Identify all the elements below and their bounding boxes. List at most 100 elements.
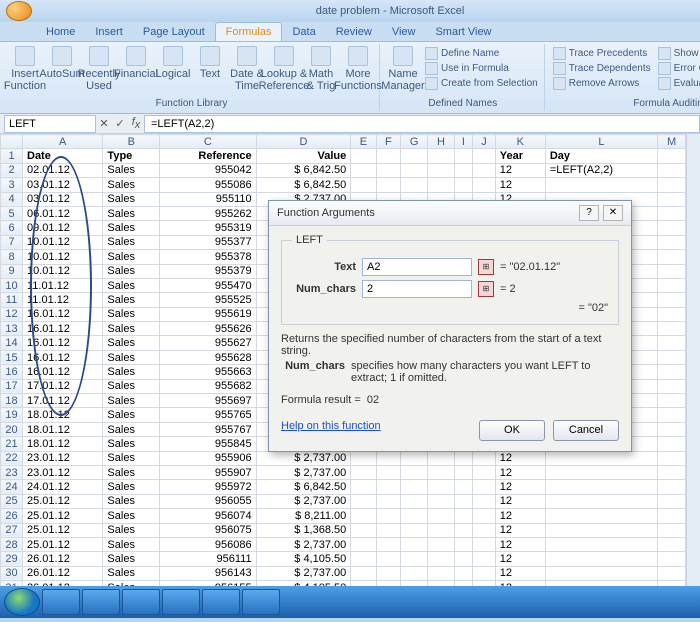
cell[interactable] bbox=[473, 523, 496, 537]
cell[interactable]: 12 bbox=[495, 163, 545, 177]
cell[interactable]: 956074 bbox=[160, 509, 257, 523]
fx-icon[interactable]: fx bbox=[128, 116, 144, 131]
tab-view[interactable]: View bbox=[382, 23, 426, 41]
row-header[interactable]: 25 bbox=[1, 494, 23, 508]
cell[interactable]: 955525 bbox=[160, 293, 257, 307]
cell[interactable] bbox=[545, 566, 657, 580]
header-cell[interactable]: Year bbox=[495, 149, 545, 163]
header-cell[interactable] bbox=[473, 149, 496, 163]
row-header[interactable]: 8 bbox=[1, 250, 23, 264]
cell[interactable]: 03.01.12 bbox=[23, 192, 103, 206]
cell[interactable]: 955378 bbox=[160, 250, 257, 264]
cell[interactable] bbox=[657, 178, 685, 192]
range-selector-icon[interactable]: ⊞ bbox=[478, 259, 494, 275]
cell[interactable]: $ 2,737.00 bbox=[256, 537, 351, 551]
cell[interactable] bbox=[401, 552, 428, 566]
recently-used-button[interactable]: Recently Used bbox=[82, 46, 116, 92]
header-cell[interactable]: Date bbox=[23, 149, 103, 163]
row-header[interactable]: 29 bbox=[1, 552, 23, 566]
cell[interactable] bbox=[545, 509, 657, 523]
cell[interactable]: 956111 bbox=[160, 552, 257, 566]
cell[interactable] bbox=[351, 163, 376, 177]
taskbar-explorer-icon[interactable] bbox=[162, 589, 200, 615]
cell[interactable]: Sales bbox=[103, 206, 160, 220]
cell[interactable] bbox=[657, 509, 685, 523]
tab-review[interactable]: Review bbox=[326, 23, 382, 41]
cell[interactable]: 12 bbox=[495, 523, 545, 537]
row-header[interactable]: 18 bbox=[1, 394, 23, 408]
cell[interactable] bbox=[657, 365, 685, 379]
dialog-help-link[interactable]: Help on this function bbox=[281, 420, 381, 441]
col-header[interactable]: G bbox=[401, 135, 428, 149]
cell[interactable]: 12 bbox=[495, 451, 545, 465]
cell[interactable] bbox=[657, 537, 685, 551]
cell[interactable] bbox=[657, 293, 685, 307]
row-header[interactable]: 6 bbox=[1, 221, 23, 235]
cell[interactable]: Sales bbox=[103, 307, 160, 321]
cell[interactable] bbox=[351, 552, 376, 566]
cell[interactable]: 955907 bbox=[160, 465, 257, 479]
autosum-button[interactable]: AutoSum bbox=[45, 46, 79, 80]
cell[interactable]: 955319 bbox=[160, 221, 257, 235]
cell[interactable] bbox=[454, 552, 473, 566]
cell[interactable]: 955379 bbox=[160, 264, 257, 278]
cell[interactable]: Sales bbox=[103, 278, 160, 292]
cell[interactable] bbox=[657, 379, 685, 393]
cell[interactable]: 12 bbox=[495, 465, 545, 479]
range-selector-icon[interactable]: ⊞ bbox=[478, 281, 494, 297]
cell[interactable] bbox=[545, 480, 657, 494]
cell[interactable]: $ 8,211.00 bbox=[256, 509, 351, 523]
cell[interactable] bbox=[376, 494, 400, 508]
cell[interactable] bbox=[473, 552, 496, 566]
cancel-button[interactable]: Cancel bbox=[553, 420, 619, 441]
cell[interactable] bbox=[545, 494, 657, 508]
cell[interactable] bbox=[657, 322, 685, 336]
row-header[interactable]: 22 bbox=[1, 451, 23, 465]
cell[interactable] bbox=[657, 480, 685, 494]
taskbar-word-icon[interactable] bbox=[202, 589, 240, 615]
cell[interactable] bbox=[657, 494, 685, 508]
cell[interactable]: 956055 bbox=[160, 494, 257, 508]
cell[interactable]: Sales bbox=[103, 394, 160, 408]
cell[interactable] bbox=[657, 278, 685, 292]
cell[interactable]: Sales bbox=[103, 221, 160, 235]
cell[interactable] bbox=[657, 221, 685, 235]
cell[interactable] bbox=[473, 566, 496, 580]
cell[interactable] bbox=[376, 552, 400, 566]
cell[interactable]: 02.01.12 bbox=[23, 163, 103, 177]
cell[interactable]: 10.01.12 bbox=[23, 264, 103, 278]
header-cell[interactable] bbox=[454, 149, 473, 163]
cell[interactable] bbox=[351, 523, 376, 537]
cell[interactable] bbox=[376, 537, 400, 551]
col-header[interactable]: L bbox=[545, 135, 657, 149]
cell[interactable] bbox=[657, 163, 685, 177]
cell[interactable] bbox=[401, 509, 428, 523]
cell[interactable] bbox=[401, 451, 428, 465]
cell[interactable] bbox=[351, 537, 376, 551]
col-header[interactable]: E bbox=[351, 135, 376, 149]
cell[interactable]: 955377 bbox=[160, 235, 257, 249]
row-header[interactable]: 7 bbox=[1, 235, 23, 249]
row-header[interactable]: 14 bbox=[1, 336, 23, 350]
header-cell[interactable]: Value bbox=[256, 149, 351, 163]
header-cell[interactable] bbox=[351, 149, 376, 163]
row-header[interactable]: 12 bbox=[1, 307, 23, 321]
cell[interactable]: Sales bbox=[103, 336, 160, 350]
cell[interactable] bbox=[454, 178, 473, 192]
show-formulas-button[interactable]: Show Formulas bbox=[656, 46, 700, 61]
row-header[interactable]: 28 bbox=[1, 537, 23, 551]
cell[interactable] bbox=[657, 235, 685, 249]
name-manager-button[interactable]: Name Manager bbox=[386, 46, 420, 92]
col-header[interactable]: B bbox=[103, 135, 160, 149]
cell[interactable] bbox=[473, 537, 496, 551]
row-header[interactable]: 27 bbox=[1, 523, 23, 537]
cell[interactable] bbox=[428, 537, 454, 551]
cell[interactable]: $ 6,842.50 bbox=[256, 163, 351, 177]
cell[interactable] bbox=[351, 465, 376, 479]
cell[interactable]: 16.01.12 bbox=[23, 350, 103, 364]
cell[interactable] bbox=[657, 336, 685, 350]
cell[interactable]: Sales bbox=[103, 566, 160, 580]
cell[interactable] bbox=[657, 566, 685, 580]
row-header[interactable]: 2 bbox=[1, 163, 23, 177]
cell[interactable] bbox=[401, 178, 428, 192]
